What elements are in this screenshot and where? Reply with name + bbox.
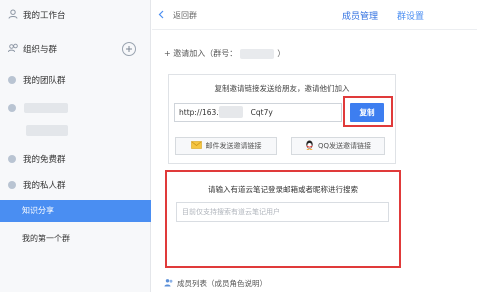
sidebar-item-workspace[interactable]: 我的工作台 — [0, 4, 151, 26]
member-search-input[interactable] — [176, 202, 389, 222]
group-dot-icon — [8, 181, 16, 189]
sidebar-item-label: 我的免费群 — [23, 155, 66, 165]
sidebar-group-private[interactable]: 我的私人群 — [0, 174, 151, 196]
sidebar-subitem-knowledge[interactable]: 知识分享 — [0, 200, 151, 222]
tab-member-management[interactable]: 成员管理 — [342, 9, 378, 22]
mail-invite-label: 邮件发送邀请链接 — [205, 142, 262, 150]
invite-title-prefix: + 邀请加入（群号： — [164, 49, 238, 58]
envelope-icon — [190, 141, 202, 151]
invite-heading: + 邀请加入（群号： ） — [164, 48, 285, 59]
group-dot-icon — [8, 104, 16, 112]
people-icon — [8, 43, 19, 55]
sidebar-subitem-label: 我的第一个群 — [22, 233, 70, 243]
back-label: 返回群 — [173, 11, 197, 20]
sidebar-item-label: 组织与群 — [23, 45, 58, 55]
member-search-hint: 请输入有道云笔记登录邮箱或者昵称进行搜索 — [208, 185, 358, 194]
sidebar-item-label: 我的工作台 — [23, 11, 66, 21]
header: 返回群 成员管理 群设置 — [152, 0, 477, 30]
sidebar-group-redacted[interactable] — [0, 97, 151, 119]
add-group-icon[interactable] — [122, 42, 136, 56]
invite-link-hint: 复制邀请链接发送给朋友，邀请他们加入 — [214, 84, 350, 93]
redacted-group-number — [240, 48, 275, 59]
redacted-label — [24, 103, 68, 113]
invite-link-field[interactable]: http://163.fm Cqt7y — [174, 103, 342, 122]
sidebar-subitem-first-group[interactable]: 我的第一个群 — [0, 227, 151, 249]
redacted-link-part — [219, 106, 243, 118]
sidebar-item-label: 我的私人群 — [23, 181, 66, 191]
sidebar-group-team[interactable]: 我的团队群 — [0, 69, 151, 91]
user-icon — [8, 9, 18, 21]
group-dot-icon — [8, 76, 16, 84]
qq-invite-label: QQ发送邀请链接 — [317, 142, 372, 150]
tab-group-settings[interactable]: 群设置 — [397, 9, 424, 22]
invite-link-value-end: Cqt7y — [250, 108, 273, 117]
copy-highlight-frame — [343, 96, 393, 127]
redacted-label — [26, 125, 68, 136]
sidebar-item-label: 我的团队群 — [23, 76, 66, 86]
invite-title-suffix: ） — [277, 49, 286, 58]
sidebar-subitem-label: 知识分享 — [22, 206, 54, 215]
qq-penguin-icon — [305, 140, 314, 152]
member-list-label: 成员列表（成员角色说明） — [177, 279, 267, 288]
member-list-heading[interactable]: 成员列表（成员角色说明） — [164, 278, 267, 289]
chevron-left-icon — [158, 10, 164, 21]
group-dot-icon — [8, 155, 16, 163]
people-icon — [164, 278, 174, 289]
qq-invite-button[interactable]: QQ发送邀请链接 — [291, 137, 385, 155]
sidebar: 我的工作台 组织与群 我的团队群 我的免费群 我的私人群 知识分享 我的第一个群 — [0, 0, 151, 292]
member-search-panel: 请输入有道云笔记登录邮箱或者昵称进行搜索 — [165, 170, 401, 268]
mail-invite-button[interactable]: 邮件发送邀请链接 — [175, 137, 277, 155]
back-link[interactable]: 返回群 — [158, 10, 197, 21]
sidebar-group-free[interactable]: 我的免费群 — [0, 148, 151, 170]
